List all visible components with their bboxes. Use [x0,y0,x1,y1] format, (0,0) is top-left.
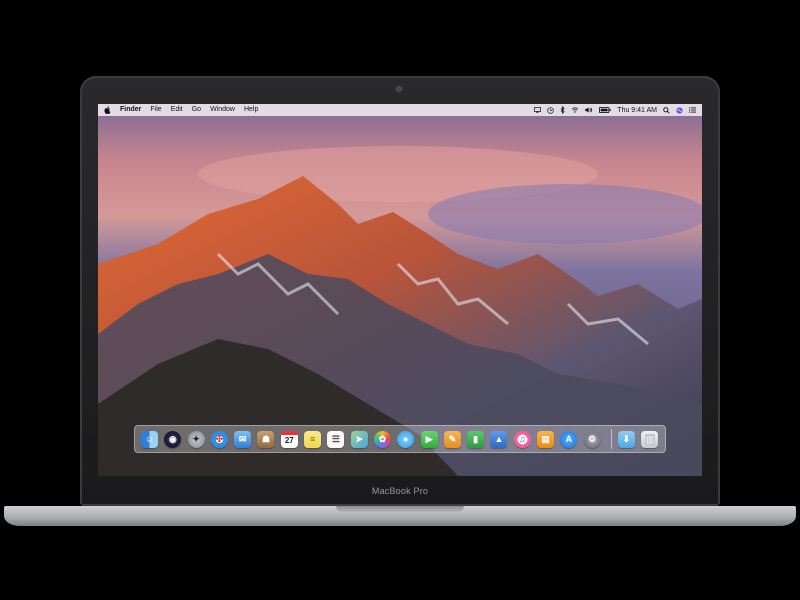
wifi-icon[interactable] [571,104,579,116]
mail-dock-icon[interactable]: ✉ [234,430,252,448]
desktop-screen[interactable]: Finder File Edit Go Window Help Thu 9:41… [98,104,702,476]
finder-dock-icon[interactable]: ☺ [141,430,158,448]
safari-dock-icon[interactable]: ✣ [210,430,228,448]
spotlight-icon[interactable] [663,104,670,116]
facetime-dock-icon[interactable]: ▶ [420,430,438,448]
system-preferences-dock-icon[interactable]: ⚙ [583,430,601,448]
maps-dock-icon[interactable]: ➤ [350,430,368,448]
apple-menu-icon[interactable] [104,106,112,115]
model-label: MacBook Pro [371,486,429,496]
menu-file[interactable]: File [150,104,161,116]
launchpad-dock-icon[interactable]: ✦ [187,430,205,448]
reminders-dock-icon[interactable]: ☰ [327,430,345,448]
pages-dock-icon[interactable]: ✎ [443,430,461,448]
ibooks-dock-icon[interactable]: ▤ [537,430,555,448]
menu-edit[interactable]: Edit [171,104,183,116]
status-area: Thu 9:41 AM [528,104,702,116]
keynote-dock-icon[interactable]: ▲ [490,430,508,448]
battery-icon[interactable] [599,104,611,116]
calendar-day: 27 [284,436,294,445]
trash-dock-icon[interactable] [641,430,659,448]
camera [396,86,402,92]
siri-icon[interactable] [676,104,683,116]
itunes-dock-icon[interactable]: ♫ [513,430,531,448]
notification-center-icon[interactable] [689,104,696,116]
dock-separator [610,429,612,449]
wallpaper-mountains [98,104,702,476]
dock: ☺ ◉ ✦ ✣ ✉ ☗ 27 ≡ ☰ ➤ ✿ ● ▶ ✎ ▮ ▲ ♫ ▤ A ⚙… [134,425,666,453]
menu-bar: Finder File Edit Go Window Help Thu 9:41… [98,104,702,116]
messages-dock-icon[interactable]: ● [397,430,415,448]
laptop-base [4,506,796,526]
numbers-dock-icon[interactable]: ▮ [467,430,485,448]
app-store-dock-icon[interactable]: A [560,430,578,448]
laptop-lid: Finder File Edit Go Window Help Thu 9:41… [80,76,720,506]
calendar-dock-icon[interactable]: 27 [280,430,298,448]
menu-go[interactable]: Go [192,104,201,116]
downloads-folder-dock-icon[interactable]: ⬇ [617,430,635,448]
airplay-icon[interactable] [534,104,542,116]
menu-help[interactable]: Help [244,104,258,116]
menu-window[interactable]: Window [210,104,235,116]
display-chin: MacBook Pro [80,480,720,506]
menubar-clock[interactable]: Thu 9:41 AM [617,107,657,114]
menu-finder[interactable]: Finder [120,104,141,116]
lid-notch [336,506,464,512]
bluetooth-icon[interactable] [560,104,565,116]
siri-dock-icon[interactable]: ◉ [164,430,182,448]
notes-dock-icon[interactable]: ≡ [304,430,322,448]
photos-dock-icon[interactable]: ✿ [373,430,391,448]
time-machine-icon[interactable] [547,104,554,116]
contacts-dock-icon[interactable]: ☗ [257,430,275,448]
volume-icon[interactable] [585,104,593,116]
